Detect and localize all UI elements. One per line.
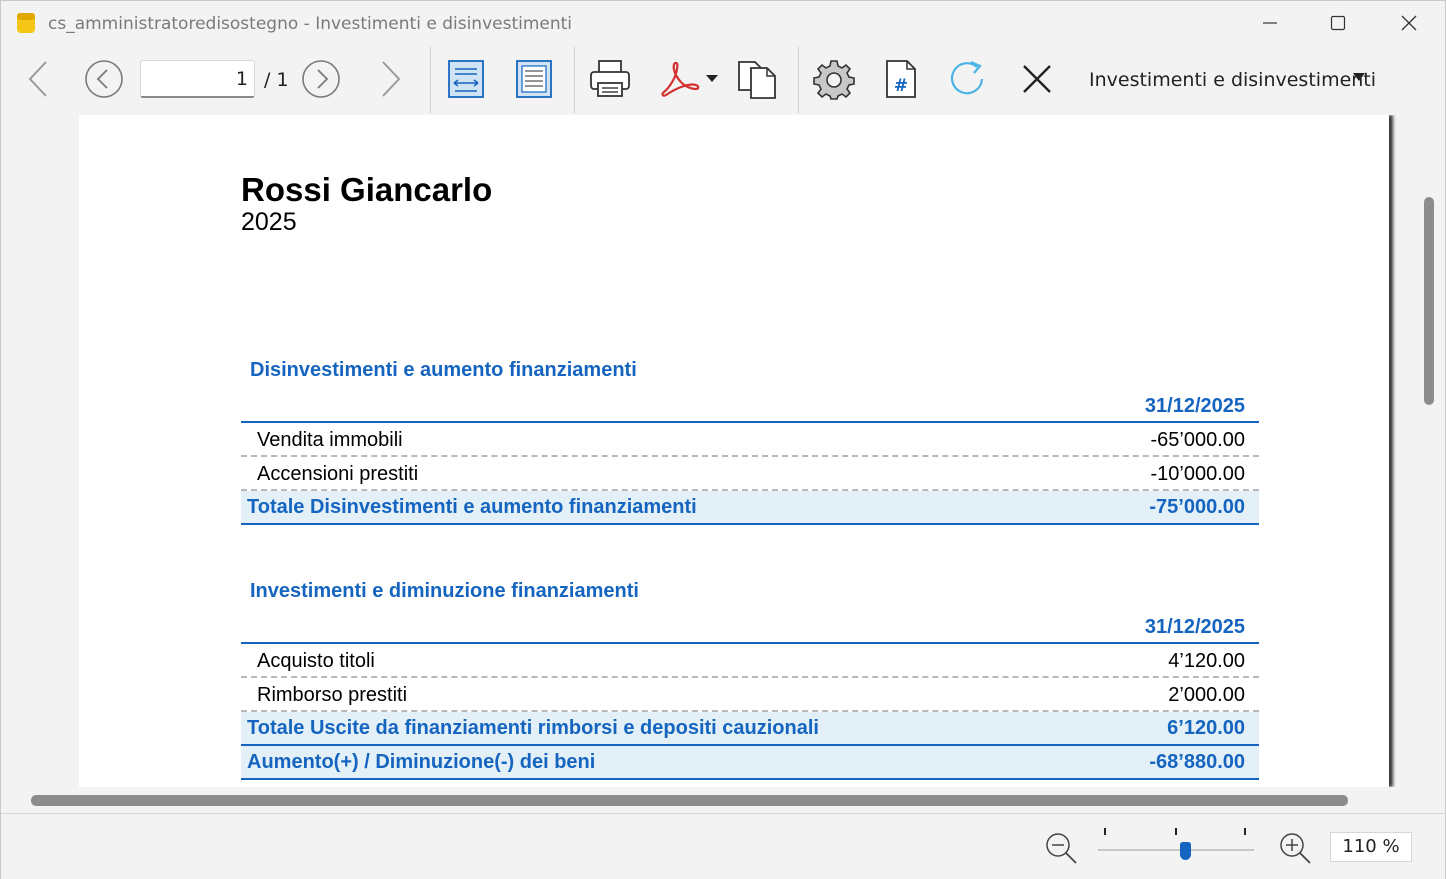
grand-total-label: Aumento(+) / Diminuzione(-) dei beni	[247, 751, 596, 773]
row-value: 4’120.00	[1168, 650, 1245, 672]
copy-pages-icon	[738, 61, 776, 99]
close-window-button[interactable]	[1384, 7, 1434, 39]
copy-button[interactable]	[734, 57, 780, 101]
toolbar-separator	[574, 47, 575, 113]
report-page: Rossi Giancarlo 2025 Disinvestimenti e a…	[79, 115, 1389, 787]
refresh-button[interactable]	[945, 57, 991, 101]
app-window: cs_amministratoredisostegno - Investimen…	[0, 0, 1446, 879]
next-page-button[interactable]	[301, 59, 341, 99]
document-viewer[interactable]: Rossi Giancarlo 2025 Disinvestimenti e a…	[5, 115, 1419, 787]
circle-chevron-right-icon	[302, 60, 340, 98]
table-row: Accensioni prestiti -10’000.00	[241, 457, 1259, 491]
last-page-button[interactable]	[374, 59, 408, 99]
column-header: 31/12/2025	[241, 610, 1259, 644]
toolbar-separator	[798, 47, 799, 113]
fit-width-icon	[448, 60, 484, 98]
chevron-right-icon	[382, 61, 401, 97]
column-header: 31/12/2025	[241, 389, 1259, 423]
row-label: Acquisto titoli	[257, 650, 375, 672]
table-row: Vendita immobili -65’000.00	[241, 423, 1259, 457]
zoom-level-field[interactable]: 110 %	[1330, 832, 1412, 862]
chevron-down-icon[interactable]	[1353, 73, 1365, 81]
row-value: -10’000.00	[1150, 463, 1245, 485]
export-pdf-button[interactable]	[656, 57, 720, 101]
page-number-input[interactable]: 1	[140, 60, 255, 98]
minimize-button[interactable]	[1245, 7, 1295, 39]
table-row: Acquisto titoli 4’120.00	[241, 644, 1259, 678]
row-value: 2’000.00	[1168, 684, 1245, 706]
first-page-button[interactable]	[21, 59, 55, 99]
total-row: Totale Uscite da finanziamenti rimborsi …	[241, 712, 1259, 746]
fit-page-icon	[516, 60, 552, 98]
zoom-slider-tick	[1244, 828, 1246, 835]
minimize-icon	[1263, 22, 1277, 24]
settings-button[interactable]	[811, 57, 857, 101]
chevron-left-icon	[28, 61, 47, 97]
app-logo-icon	[17, 13, 35, 33]
horizontal-scroll-thumb[interactable]	[31, 795, 1348, 806]
total-value: 6’120.00	[1167, 717, 1245, 739]
printer-icon	[590, 60, 630, 97]
maximize-icon	[1330, 15, 1346, 31]
fit-page-button[interactable]	[512, 57, 556, 101]
print-button[interactable]	[587, 57, 633, 101]
column-date-label: 31/12/2025	[1144, 395, 1245, 417]
vertical-scroll-thumb[interactable]	[1424, 197, 1434, 405]
refresh-icon	[950, 60, 984, 95]
gear-icon	[813, 60, 855, 100]
zoom-slider-thumb[interactable]	[1180, 842, 1191, 860]
status-bar: 110 %	[1, 813, 1445, 879]
close-report-button[interactable]	[1015, 57, 1059, 101]
previous-page-button[interactable]	[84, 59, 124, 99]
row-label: Vendita immobili	[257, 429, 403, 451]
row-label: Accensioni prestiti	[257, 463, 419, 485]
hash-document-icon: #	[886, 60, 916, 98]
row-label: Rimborso prestiti	[257, 684, 408, 706]
grand-total-row: Aumento(+) / Diminuzione(-) dei beni -68…	[241, 746, 1259, 780]
title-bar: cs_amministratoredisostegno - Investimen…	[1, 1, 1445, 45]
fit-width-button[interactable]	[444, 57, 488, 101]
toolbar: 1 / 1 # Investimenti e disinvestimenti	[1, 45, 1445, 115]
window-title: cs_amministratoredisostegno - Investimen…	[48, 14, 573, 34]
total-label: Totale Uscite da finanziamenti rimborsi …	[247, 717, 819, 739]
total-value: -75’000.00	[1149, 496, 1245, 518]
pdf-icon	[661, 61, 718, 97]
table-row: Rimborso prestiti 2’000.00	[241, 678, 1259, 712]
zoom-slider-track[interactable]	[1098, 849, 1254, 851]
page-total-label: / 1	[264, 69, 289, 91]
horizontal-scrollbar[interactable]	[5, 787, 1419, 813]
total-row: Totale Disinvestimenti e aumento finanzi…	[241, 491, 1259, 525]
toolbar-separator	[430, 47, 431, 113]
close-icon	[1023, 65, 1051, 93]
section-title: Investimenti e diminuzione finanziamenti	[250, 580, 639, 602]
zoom-out-button[interactable]	[1043, 830, 1079, 866]
report-owner-name: Rossi Giancarlo	[241, 171, 493, 208]
close-icon	[1401, 15, 1417, 31]
grand-total-value: -68’880.00	[1149, 751, 1245, 773]
report-year: 2025	[241, 208, 297, 236]
zoom-out-icon	[1046, 833, 1077, 864]
row-value: -65’000.00	[1150, 429, 1245, 451]
total-label: Totale Disinvestimenti e aumento finanzi…	[247, 496, 697, 518]
zoom-in-button[interactable]	[1277, 830, 1313, 866]
maximize-button[interactable]	[1313, 7, 1363, 39]
page-numbering-button[interactable]: #	[879, 57, 923, 101]
zoom-slider-tick	[1104, 828, 1106, 835]
report-select-dropdown[interactable]: Investimenti e disinvestimenti	[1089, 69, 1376, 91]
vertical-scrollbar[interactable]	[1419, 115, 1443, 787]
zoom-in-icon	[1280, 833, 1311, 864]
column-date-label: 31/12/2025	[1144, 616, 1245, 638]
circle-chevron-left-icon	[85, 60, 123, 98]
zoom-slider-tick	[1175, 828, 1177, 835]
section-title: Disinvestimenti e aumento finanziamenti	[250, 359, 637, 381]
svg-text:#: #	[894, 76, 908, 96]
